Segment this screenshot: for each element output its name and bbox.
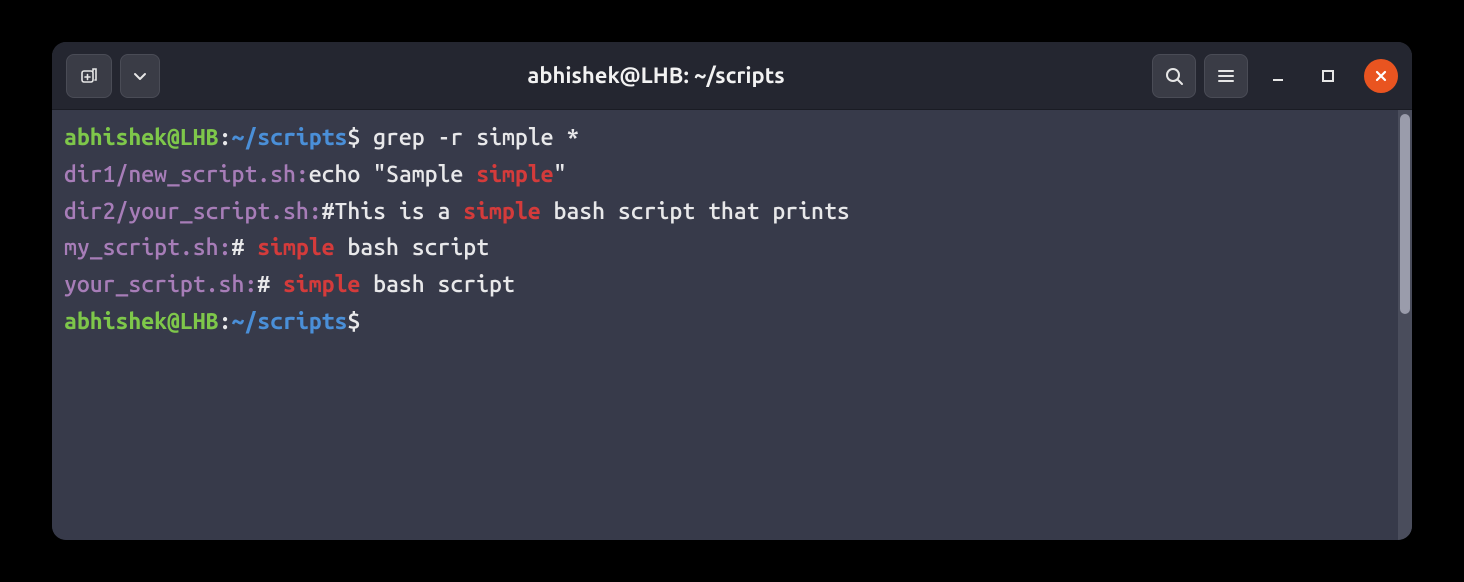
- grep-filename: your_script.sh:: [64, 272, 257, 297]
- command-text: grep -r simple *: [373, 125, 579, 150]
- prompt-user: abhishek@LHB: [64, 309, 219, 334]
- command-text: [360, 125, 373, 150]
- prompt-sep: :: [219, 309, 232, 334]
- grep-post: ": [553, 162, 566, 187]
- window-title: abhishek@LHB: ~/scripts: [168, 63, 1144, 88]
- grep-pre: #This is a: [322, 199, 464, 224]
- tab-dropdown-button[interactable]: [120, 54, 160, 98]
- titlebar: abhishek@LHB: ~/scripts: [52, 42, 1412, 110]
- grep-pre: #: [231, 235, 257, 260]
- grep-match: simple: [257, 235, 334, 260]
- prompt-line: abhishek@LHB:~/scripts$ grep -r simple *: [64, 120, 1410, 157]
- terminal-body[interactable]: abhishek@LHB:~/scripts$ grep -r simple *…: [52, 110, 1412, 540]
- prompt-symbol: $: [347, 125, 360, 150]
- minimize-button[interactable]: [1264, 62, 1292, 90]
- hamburger-menu-button[interactable]: [1204, 54, 1248, 98]
- grep-filename: my_script.sh:: [64, 235, 231, 260]
- grep-pre: echo "Sample: [309, 162, 476, 187]
- grep-match: simple: [463, 199, 540, 224]
- search-button[interactable]: [1152, 54, 1196, 98]
- prompt-symbol: $: [347, 309, 360, 334]
- scrollbar[interactable]: [1398, 110, 1412, 540]
- grep-filename: dir1/new_script.sh:: [64, 162, 309, 187]
- window-controls: [1264, 59, 1398, 93]
- grep-match: simple: [476, 162, 553, 187]
- output-line: dir2/your_script.sh:#This is a simple ba…: [64, 194, 1410, 231]
- prompt-sep: :: [219, 125, 232, 150]
- prompt-path: ~/scripts: [231, 309, 347, 334]
- grep-post: bash script: [335, 235, 490, 260]
- new-tab-button[interactable]: [66, 54, 112, 98]
- prompt-user: abhishek@LHB: [64, 125, 219, 150]
- maximize-button[interactable]: [1314, 62, 1342, 90]
- scrollbar-thumb[interactable]: [1400, 114, 1410, 314]
- grep-post: bash script: [360, 272, 515, 297]
- close-button[interactable]: [1364, 59, 1398, 93]
- output-line: my_script.sh:# simple bash script: [64, 230, 1410, 267]
- terminal-window: abhishek@LHB: ~/scripts: [52, 42, 1412, 540]
- output-line: dir1/new_script.sh:echo "Sample simple": [64, 157, 1410, 194]
- prompt-line: abhishek@LHB:~/scripts$: [64, 304, 1410, 341]
- grep-pre: #: [257, 272, 283, 297]
- output-line: your_script.sh:# simple bash script: [64, 267, 1410, 304]
- grep-post: bash script that prints: [541, 199, 850, 224]
- prompt-path: ~/scripts: [231, 125, 347, 150]
- grep-match: simple: [283, 272, 360, 297]
- grep-filename: dir2/your_script.sh:: [64, 199, 322, 224]
